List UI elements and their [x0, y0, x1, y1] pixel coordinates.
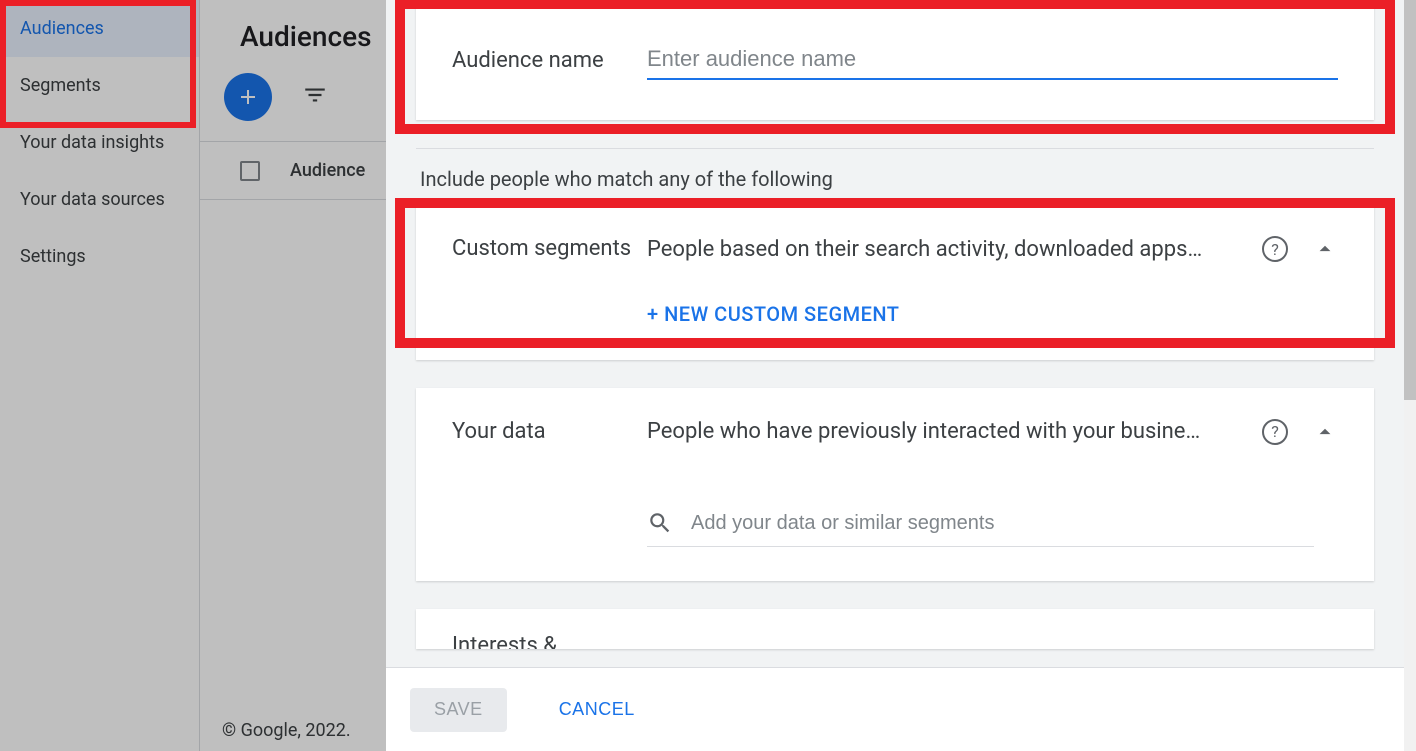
filter-button[interactable] — [302, 82, 328, 112]
save-button: SAVE — [410, 688, 507, 732]
select-all-checkbox[interactable] — [240, 161, 260, 181]
custom-segments-title: Custom segments — [452, 235, 647, 264]
your-data-search-input[interactable] — [689, 511, 1314, 536]
your-data-title: Your data — [452, 418, 647, 447]
sidebar: Audiences Segments Your data insights Yo… — [0, 0, 200, 751]
search-icon — [647, 510, 673, 536]
sidebar-item-sources[interactable]: Your data sources — [0, 171, 199, 228]
page-scrollbar-thumb[interactable] — [1404, 0, 1416, 400]
collapse-toggle[interactable] — [1312, 236, 1338, 262]
custom-segments-desc: People based on their search activity, d… — [647, 237, 1238, 262]
column-header-audience[interactable]: Audience — [290, 160, 365, 181]
your-data-card: Your data People who have previously int… — [416, 388, 1374, 582]
sidebar-item-settings[interactable]: Settings — [0, 228, 199, 285]
interests-card-peek: Interests & — [416, 609, 1374, 649]
audience-name-label: Audience name — [452, 48, 647, 73]
audience-name-card: Audience name — [416, 0, 1374, 120]
help-icon[interactable]: ? — [1262, 236, 1288, 262]
cancel-button[interactable]: CANCEL — [535, 688, 659, 732]
your-data-search-row — [647, 500, 1314, 547]
plus-icon — [236, 85, 260, 109]
collapse-toggle[interactable] — [1312, 419, 1338, 445]
audience-editor-panel: Audience name Include people who match a… — [386, 0, 1404, 751]
help-icon[interactable]: ? — [1262, 419, 1288, 445]
audience-name-input[interactable] — [647, 40, 1338, 80]
app-root: Audiences Segments Your data insights Yo… — [0, 0, 1416, 751]
filter-icon — [302, 82, 328, 108]
page-scrollbar-track[interactable] — [1404, 0, 1416, 751]
chevron-up-icon — [1312, 236, 1338, 262]
custom-segments-card: Custom segments People based on their se… — [416, 205, 1374, 360]
chevron-up-icon — [1312, 419, 1338, 445]
your-data-header[interactable]: Your data People who have previously int… — [416, 388, 1374, 477]
footer-copyright: © Google, 2022. — [222, 720, 351, 741]
your-data-desc: People who have previously interacted wi… — [647, 419, 1238, 444]
panel-footer: SAVE CANCEL — [386, 667, 1404, 751]
custom-segments-header[interactable]: Custom segments People based on their se… — [416, 205, 1374, 294]
sidebar-item-segments[interactable]: Segments — [0, 57, 199, 114]
sidebar-item-insights[interactable]: Your data insights — [0, 114, 199, 171]
add-button[interactable] — [224, 73, 272, 121]
panel-scroll-area[interactable]: Audience name Include people who match a… — [386, 0, 1404, 667]
include-intro-text: Include people who match any of the foll… — [416, 148, 1374, 205]
interests-title: Interests & — [416, 609, 1374, 649]
sidebar-item-audiences[interactable]: Audiences — [0, 0, 199, 57]
new-custom-segment-link[interactable]: + NEW CUSTOM SEGMENT — [647, 294, 899, 326]
